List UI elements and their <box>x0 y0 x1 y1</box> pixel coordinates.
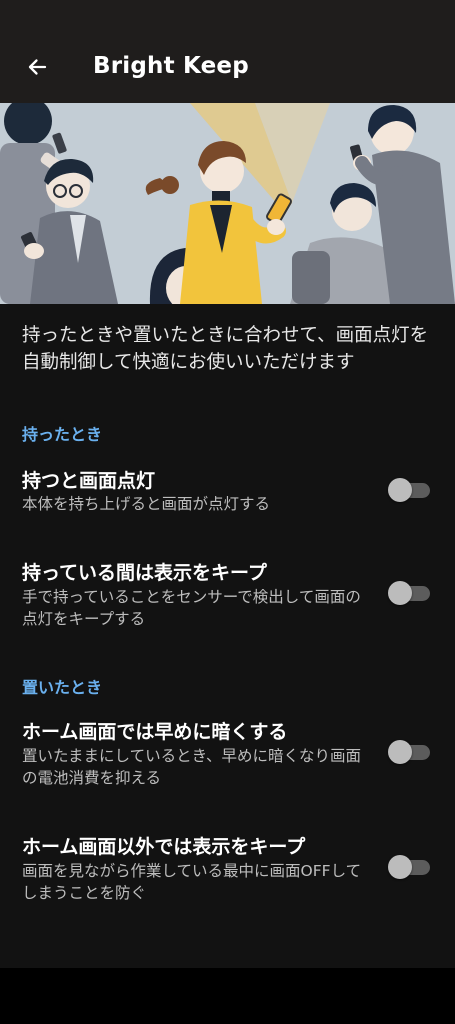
switch-thumb <box>388 855 412 879</box>
section-header-placed: 置いたとき <box>22 678 103 697</box>
setting-keep-while-holding[interactable]: 持っている間は表示をキープ 手で持っていることをセンサーで検出して画面の点灯をキ… <box>0 558 455 634</box>
setting-lift-to-wake[interactable]: 持つと画面点灯 本体を持ち上げると画面が点灯する <box>0 466 455 526</box>
intro-description: 持ったときや置いたときに合わせて、画面点灯を自動制御して快適にお使いいただけます <box>22 325 429 373</box>
setting-subtitle: 手で持っていることをセンサーで検出して画面の点灯をキープする <box>22 588 361 628</box>
setting-title: 持つと画面点灯 <box>22 470 156 492</box>
back-button[interactable] <box>18 48 56 86</box>
section-header-held: 持ったとき <box>22 425 103 444</box>
toggle-switch[interactable] <box>388 738 430 766</box>
toggle-switch[interactable] <box>388 476 430 504</box>
setting-keep-outside-home[interactable]: ホーム画面以外では表示をキープ 画面を見ながら作業している最中に画面OFFしてし… <box>0 832 455 908</box>
settings-screen: Bright Keep 持ったときや置いたときに合わせて、画面点灯を自動制御して… <box>0 0 455 968</box>
app-bar: Bright Keep <box>0 0 455 103</box>
setting-dim-home-early[interactable]: ホーム画面では早めに暗くする 置いたままにしているとき、早めに暗くなり画面の電池… <box>0 717 455 793</box>
toggle-switch[interactable] <box>388 579 430 607</box>
hero-illustration <box>0 103 455 304</box>
switch-thumb <box>388 740 412 764</box>
setting-subtitle: 置いたままにしているとき、早めに暗くなり画面の電池消費を抑える <box>22 747 361 787</box>
switch-thumb <box>388 581 412 605</box>
switch-thumb <box>388 478 412 502</box>
arrow-left-icon <box>28 59 47 75</box>
setting-title: ホーム画面では早めに暗くする <box>22 721 288 743</box>
setting-title: 持っている間は表示をキープ <box>22 562 267 584</box>
toggle-switch[interactable] <box>388 853 430 881</box>
page-title: Bright Keep <box>93 53 249 79</box>
setting-subtitle: 画面を見ながら作業している最中に画面OFFしてしまうことを防ぐ <box>22 862 362 902</box>
setting-subtitle: 本体を持ち上げると画面が点灯する <box>22 495 271 513</box>
setting-title: ホーム画面以外では表示をキープ <box>22 836 306 858</box>
